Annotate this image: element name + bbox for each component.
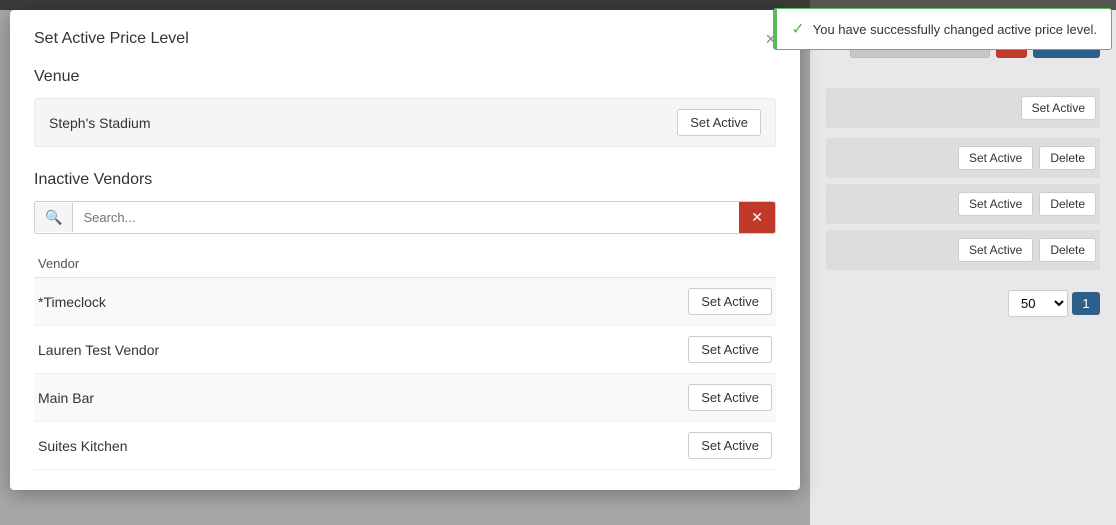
vendor-action-cell: Set Active [468,326,776,374]
vendor-column-header: Vendor [34,250,468,278]
right-row-2: Set Active Delete [826,184,1100,224]
toast-message: You have successfully changed active pri… [813,22,1097,37]
modal-header: Set Active Price Level × [34,30,776,48]
right-set-active-button-1[interactable]: Set Active [1021,96,1096,120]
right-row-single: Set Active [826,88,1100,128]
right-pagination: 50 25 100 1 [826,290,1100,317]
vendor-search-input[interactable] [73,203,739,232]
modal-dialog: Set Active Price Level × Venue Steph's S… [10,10,800,490]
right-panel-rows: Set Active Set Active Delete Set Active … [826,88,1100,270]
vendor-table-row: Main Bar Set Active [34,374,776,422]
vendor-set-active-button[interactable]: Set Active [688,288,772,315]
vendor-name: Suites Kitchen [34,422,468,470]
inactive-vendors-section: Inactive Vendors 🔍 ✕ Vendor *Timeclock [34,171,776,470]
vendor-name: Main Bar [34,374,468,422]
search-icon: 🔍 [35,203,73,232]
vendor-set-active-button[interactable]: Set Active [688,336,772,363]
vendor-name: *Timeclock [34,278,468,326]
per-page-select[interactable]: 50 25 100 [1008,290,1068,317]
vendor-set-active-button[interactable]: Set Active [688,384,772,411]
inactive-vendors-label: Inactive Vendors [34,171,776,189]
right-delete-button-3[interactable]: Delete [1039,238,1096,262]
vendor-table: Vendor *Timeclock Set Active Lauren Test… [34,250,776,470]
toast-check-icon: ✓ [791,19,804,39]
vendor-table-row: Suites Kitchen Set Active [34,422,776,470]
vendor-table-row: Lauren Test Vendor Set Active [34,326,776,374]
vendor-table-row: *Timeclock Set Active [34,278,776,326]
right-delete-button-2[interactable]: Delete [1039,192,1096,216]
modal-overlay: Set Active Price Level × Venue Steph's S… [0,0,810,525]
right-row-1: Set Active Delete [826,138,1100,178]
right-set-active-button-2[interactable]: Set Active [958,146,1033,170]
page-number: 1 [1072,292,1100,315]
venue-section-label: Venue [34,68,776,86]
venue-name: Steph's Stadium [49,115,151,131]
right-set-active-button-4[interactable]: Set Active [958,238,1033,262]
vendor-search-clear-button[interactable]: ✕ [739,202,775,233]
vendor-name: Lauren Test Vendor [34,326,468,374]
vendor-action-header [468,250,776,278]
vendor-action-cell: Set Active [468,374,776,422]
vendor-action-cell: Set Active [468,422,776,470]
modal-title: Set Active Price Level [34,30,189,48]
vendor-action-cell: Set Active [468,278,776,326]
right-panel: ✕ Create Set Active Set Active Delete Se… [810,10,1116,525]
venue-section: Venue Steph's Stadium Set Active [34,68,776,147]
toast-notification: ✓ You have successfully changed active p… [773,8,1112,50]
right-set-active-button-3[interactable]: Set Active [958,192,1033,216]
right-row-3: Set Active Delete [826,230,1100,270]
right-delete-button-1[interactable]: Delete [1039,146,1096,170]
venue-set-active-button[interactable]: Set Active [677,109,761,136]
vendor-search-bar: 🔍 ✕ [34,201,776,234]
venue-row: Steph's Stadium Set Active [34,98,776,147]
vendor-set-active-button[interactable]: Set Active [688,432,772,459]
